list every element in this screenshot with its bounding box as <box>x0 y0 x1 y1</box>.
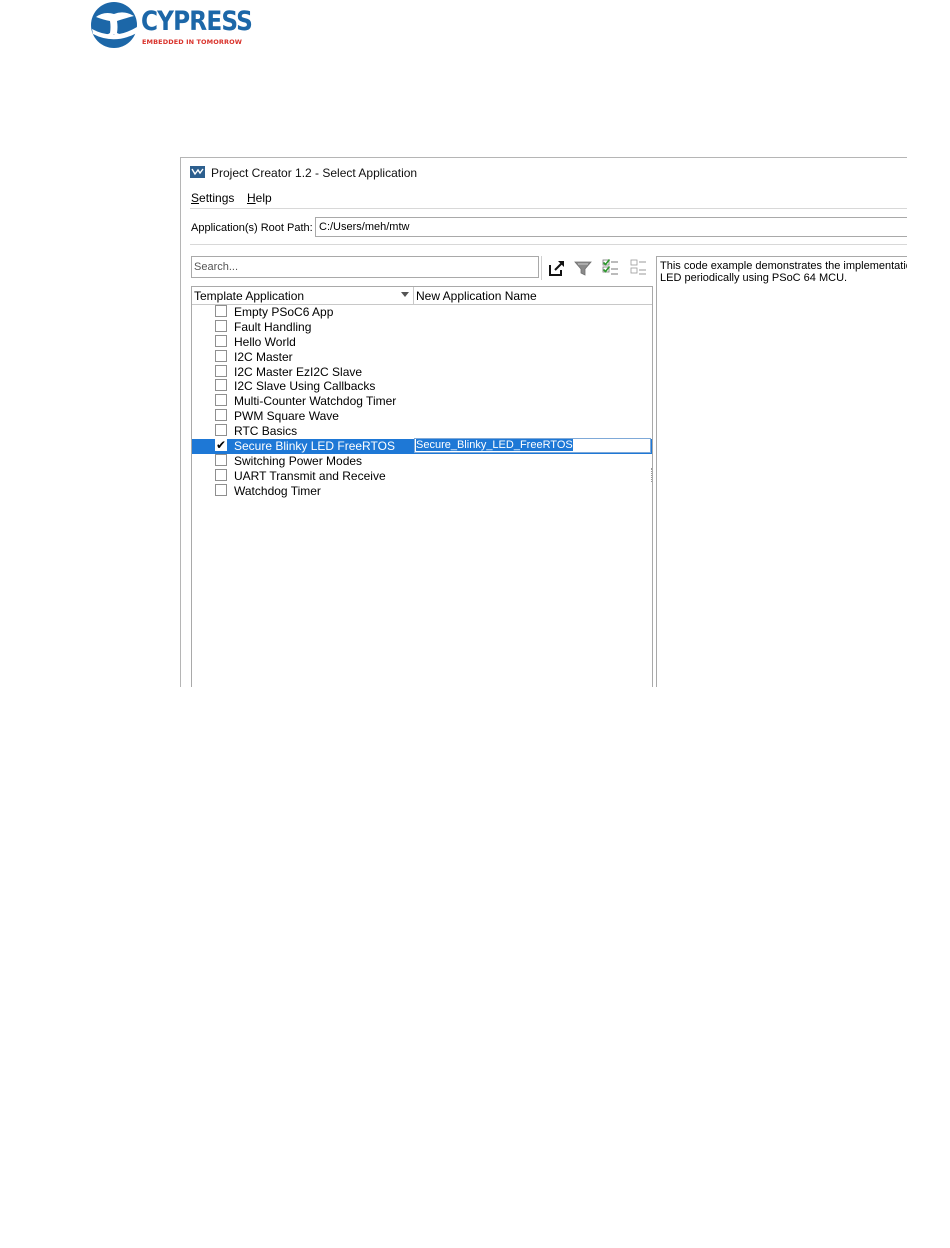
logo-brand-text: CYPRESS <box>141 6 253 37</box>
uncheck-all-icon <box>630 259 646 275</box>
row-label: Empty PSoC6 App <box>234 305 334 319</box>
row-checkbox[interactable]: ✔ <box>215 439 227 452</box>
filter-button[interactable] <box>573 258 593 278</box>
row-checkbox[interactable] <box>215 319 227 332</box>
splitter-grip[interactable] <box>651 468 655 482</box>
column-header-new-name[interactable]: New Application Name <box>416 289 537 303</box>
row-checkbox[interactable] <box>215 379 227 392</box>
menu-settings[interactable]: Settings <box>191 191 234 205</box>
new-name-editor[interactable]: Secure_Blinky_LED_FreeRTOS <box>414 438 651 454</box>
search-input[interactable] <box>191 256 539 278</box>
import-icon <box>549 261 564 276</box>
tree-row[interactable]: I2C Slave Using Callbacks <box>192 379 652 394</box>
tree-row[interactable]: Hello World <box>192 334 652 350</box>
tree-row[interactable]: PWM Square Wave <box>192 409 652 424</box>
row-checkbox[interactable] <box>215 424 227 437</box>
row-label: Secure Blinky LED FreeRTOS <box>234 439 395 454</box>
column-header-template[interactable]: Template Application <box>194 289 304 303</box>
row-checkbox[interactable] <box>215 394 227 407</box>
menu-help[interactable]: Help <box>247 191 272 205</box>
row-label: UART Transmit and Receive <box>234 468 386 483</box>
row-checkbox[interactable] <box>215 483 227 496</box>
row-label: I2C Slave Using Callbacks <box>234 379 376 394</box>
row-label: I2C Master EzI2C Slave <box>234 364 363 379</box>
tree-row[interactable]: Multi-Counter Watchdog Timer <box>192 394 652 409</box>
root-path-label: Application(s) Root Path: <box>191 222 313 234</box>
tree-row[interactable]: Watchdog Timer <box>192 483 652 499</box>
tree-row[interactable]: Empty PSoC6 App <box>192 305 652 320</box>
toolbar-divider <box>541 256 542 280</box>
tree-logo-icon <box>91 2 137 48</box>
check-all-icon <box>602 259 618 275</box>
row-label: RTC Basics <box>234 424 298 439</box>
check-all-button[interactable] <box>601 258 621 278</box>
row-label: Multi-Counter Watchdog Timer <box>234 394 397 409</box>
description-line: LED periodically using PSoC 64 MCU. <box>660 272 848 284</box>
title-bar: Project Creator 1.2 - Select Application <box>181 158 907 187</box>
project-creator-window: Project Creator 1.2 - Select Application… <box>180 157 907 687</box>
row-label: PWM Square Wave <box>234 409 339 424</box>
tree-row[interactable]: Fault Handling <box>192 319 652 335</box>
description-line: This code example demonstrates the imple… <box>660 260 907 272</box>
row-label: Hello World <box>234 334 296 349</box>
tree-row[interactable]: RTC Basics <box>192 424 652 439</box>
new-name-text: Secure_Blinky_LED_FreeRTOS <box>416 439 573 452</box>
tree-row[interactable]: Switching Power Modes <box>192 453 652 469</box>
menu-bar: Settings Help <box>181 188 907 208</box>
separator <box>190 244 907 245</box>
row-checkbox[interactable] <box>215 409 227 422</box>
tree-row[interactable]: UART Transmit and Receive <box>192 468 652 484</box>
filter-icon <box>574 261 592 276</box>
import-button[interactable] <box>547 258 567 278</box>
row-checkbox[interactable] <box>215 453 227 466</box>
row-checkbox[interactable] <box>215 349 227 362</box>
row-label: Fault Handling <box>234 319 312 334</box>
row-checkbox[interactable] <box>215 305 227 317</box>
app-icon <box>190 166 205 178</box>
row-label: Switching Power Modes <box>234 453 363 468</box>
template-tree: Template Application New Application Nam… <box>191 286 653 687</box>
window-title: Project Creator 1.2 - Select Application <box>211 166 418 180</box>
tree-header: Template Application New Application Nam… <box>192 287 652 305</box>
uncheck-all-button[interactable] <box>629 258 649 278</box>
root-path-input[interactable] <box>315 217 907 237</box>
logo-tagline: EMBEDDED IN TOMORROW <box>142 38 242 46</box>
tree-row[interactable]: I2C Master <box>192 349 652 365</box>
separator <box>190 208 907 209</box>
row-checkbox[interactable] <box>215 468 227 481</box>
column-divider[interactable] <box>413 287 414 304</box>
description-panel: This code example demonstrates the imple… <box>656 256 907 687</box>
sort-arrow-icon[interactable] <box>401 292 409 297</box>
row-label: I2C Master <box>234 349 293 364</box>
tree-row[interactable]: I2C Master EzI2C Slave <box>192 364 652 380</box>
cypress-logo: CYPRESS EMBEDDED IN TOMORROW <box>90 0 253 50</box>
row-checkbox[interactable] <box>215 364 227 377</box>
row-label: Watchdog Timer <box>234 483 321 498</box>
tree-row[interactable]: ✔ Secure Blinky LED FreeRTOS Secure_Blinky… <box>192 438 652 454</box>
tree-rows: Empty PSoC6 App Fault Handling Hello World… <box>192 305 652 499</box>
row-checkbox[interactable] <box>215 334 227 347</box>
